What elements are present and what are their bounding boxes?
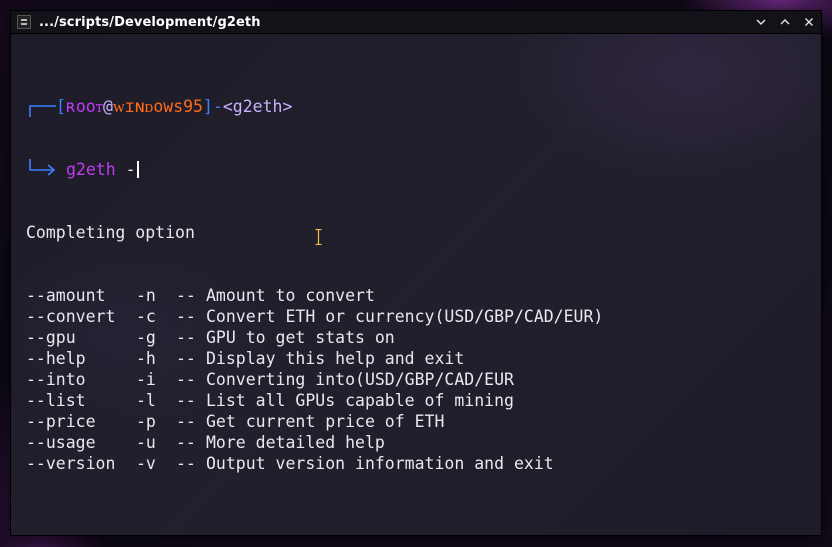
completion-option-row: --convert -c -- Convert ETH or currency(USD…	[26, 306, 821, 327]
option-description: Display this help and exit	[206, 349, 465, 368]
title-bar[interactable]: .../scripts/Development/g2eth	[11, 11, 821, 34]
option-short-flag: -i	[136, 370, 156, 389]
terminal-window[interactable]: .../scripts/Development/g2eth [ʀooᴛ@ᴡɪɴᴅ…	[11, 11, 821, 535]
completion-option-list: --amount -n -- Amount to convert --convert -c…	[26, 285, 821, 474]
option-long-flag: --usage	[26, 433, 96, 452]
option-description: Convert ETH or currency(USD/GBP/CAD/EUR)	[206, 307, 604, 326]
prompt-at: @	[102, 97, 113, 116]
prompt-line-2: g2eth -	[26, 159, 821, 180]
close-button[interactable]	[797, 11, 821, 33]
option-long-flag: --help	[26, 349, 86, 368]
option-long-flag: --into	[26, 370, 86, 389]
prompt-arrow-icon	[26, 159, 56, 180]
maximize-button[interactable]	[773, 11, 797, 33]
option-short-flag: -c	[136, 307, 156, 326]
prompt-close-bracket: ]	[203, 97, 213, 116]
option-description: Output version information and exit	[206, 454, 554, 473]
option-short-flag: -n	[136, 286, 156, 305]
option-short-flag: -u	[136, 433, 156, 452]
option-separator: --	[176, 412, 196, 431]
completion-option-row: --help -h -- Display this help and exit	[26, 348, 821, 369]
option-short-flag: -v	[136, 454, 156, 473]
completion-header: Completing option	[26, 223, 195, 242]
option-description: GPU to get stats on	[206, 328, 395, 347]
typed-argument: -	[115, 160, 136, 179]
option-long-flag: --gpu	[26, 328, 76, 347]
terminal-icon	[17, 15, 31, 29]
completion-option-row: --price -p -- Get current price of ETH	[26, 411, 821, 432]
option-long-flag: --price	[26, 412, 96, 431]
option-long-flag: --list	[26, 391, 86, 410]
option-description: More detailed help	[206, 433, 385, 452]
option-separator: --	[176, 454, 196, 473]
option-long-flag: --version	[26, 454, 116, 473]
option-separator: --	[176, 328, 196, 347]
window-title: .../scripts/Development/g2eth	[39, 14, 261, 30]
option-long-flag: --convert	[26, 307, 116, 326]
prompt-corner-top-icon	[26, 96, 56, 117]
prompt-user: ʀooᴛ	[65, 97, 103, 116]
option-short-flag: -p	[136, 412, 156, 431]
option-description: List all GPUs capable of mining	[206, 391, 514, 410]
terminal-output[interactable]: [ʀooᴛ@ᴡɪɴᴅows95]-<g2eth> g2eth - Complet…	[11, 34, 821, 516]
completion-option-row: --amount -n -- Amount to convert	[26, 285, 821, 306]
prompt-directory: <g2eth>	[222, 97, 293, 116]
minimize-button[interactable]	[749, 11, 773, 33]
close-icon	[805, 18, 813, 26]
option-description: Amount to convert	[206, 286, 375, 305]
option-description: Converting into(USD/GBP/CAD/EUR	[206, 370, 514, 389]
completion-option-row: --into -i -- Converting into(USD/GBP/CAD/EU…	[26, 369, 821, 390]
chevron-down-icon	[756, 19, 766, 25]
option-separator: --	[176, 349, 196, 368]
prompt-open-bracket: [	[56, 97, 66, 116]
completion-option-row: --version -v -- Output version information …	[26, 453, 821, 474]
prompt-dash: -	[212, 97, 223, 116]
option-separator: --	[176, 286, 196, 305]
option-long-flag: --amount	[26, 286, 106, 305]
option-short-flag: -l	[136, 391, 156, 410]
option-separator: --	[176, 391, 196, 410]
option-separator: --	[176, 307, 196, 326]
option-short-flag: -h	[136, 349, 156, 368]
option-description: Get current price of ETH	[206, 412, 445, 431]
completion-option-row: --list -l -- List all GPUs capable of minin…	[26, 390, 821, 411]
option-separator: --	[176, 370, 196, 389]
prompt-host: ᴡɪɴᴅows95	[112, 97, 203, 116]
option-separator: --	[176, 433, 196, 452]
completion-option-row: --gpu -g -- GPU to get stats on	[26, 327, 821, 348]
prompt-line-1: [ʀooᴛ@ᴡɪɴᴅows95]-<g2eth>	[26, 96, 821, 117]
typed-command: g2eth	[66, 160, 116, 179]
completion-option-row: --usage -u -- More detailed help	[26, 432, 821, 453]
option-short-flag: -g	[136, 328, 156, 347]
maximize-icon	[780, 19, 790, 25]
text-cursor	[136, 161, 139, 178]
